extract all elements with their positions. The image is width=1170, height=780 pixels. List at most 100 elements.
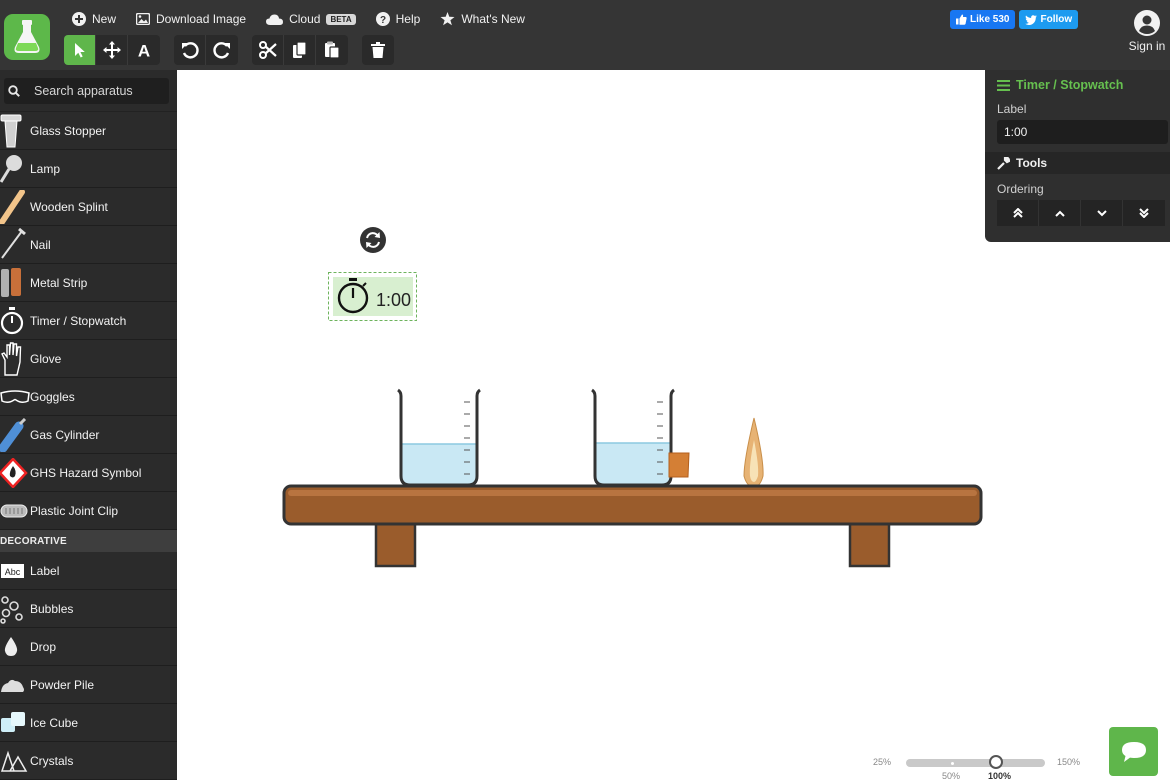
redo-button[interactable] xyxy=(206,35,238,65)
help-button[interactable]: ? Help xyxy=(375,12,420,26)
facebook-like-button[interactable]: Like 530 xyxy=(950,10,1016,29)
sign-in-button[interactable]: Sign in xyxy=(1122,10,1170,53)
tools-title: Tools xyxy=(1016,156,1048,170)
cloud-button[interactable]: Cloud BETA xyxy=(266,12,356,26)
gas-cylinder-icon xyxy=(0,416,30,454)
hazard-icon xyxy=(0,454,30,492)
flask-logo-icon xyxy=(14,20,40,53)
sidebar-item-label: Ice Cube xyxy=(30,715,79,730)
sidebar-item-bubbles[interactable]: Bubbles xyxy=(0,590,177,628)
powder-icon xyxy=(0,666,30,704)
apparatus-sidebar: Glass Stopper Lamp Wooden Splint Nail Me… xyxy=(0,70,177,780)
label-heading: Label xyxy=(997,102,1027,116)
chat-button[interactable] xyxy=(1109,727,1158,776)
twitter-follow-button[interactable]: Follow xyxy=(1019,10,1079,29)
wrench-icon xyxy=(997,156,1010,170)
user-circle-icon xyxy=(1134,10,1160,36)
sidebar-item-timer[interactable]: Timer / Stopwatch xyxy=(0,302,177,340)
move-tool-button[interactable] xyxy=(96,35,128,65)
sidebar-item-label: Lamp xyxy=(30,161,61,176)
double-chevron-down-icon xyxy=(1139,208,1149,218)
delete-group xyxy=(362,35,394,65)
toolbar: A xyxy=(64,35,408,65)
zoom-slider-track[interactable] xyxy=(906,759,1045,767)
thumbs-up-icon xyxy=(956,14,967,25)
sidebar-item-glass-stopper[interactable]: Glass Stopper xyxy=(0,112,177,150)
download-image-button[interactable]: Download Image xyxy=(136,12,246,26)
joint-clip-icon xyxy=(0,492,30,530)
clipboard-group xyxy=(252,35,348,65)
text-tool-button[interactable]: A xyxy=(128,35,160,65)
glove-icon xyxy=(0,340,30,378)
bring-to-front-button[interactable] xyxy=(997,200,1039,226)
copper-piece[interactable] xyxy=(668,452,690,478)
sidebar-item-glove[interactable]: Glove xyxy=(0,340,177,378)
lamp-icon xyxy=(0,150,30,188)
panel-header: Timer / Stopwatch xyxy=(985,70,1170,100)
zoom-slider-handle[interactable] xyxy=(989,755,1003,769)
svg-text:A: A xyxy=(138,42,150,58)
sidebar-item-joint-clip[interactable]: Plastic Joint Clip xyxy=(0,492,177,530)
cloud-label: Cloud xyxy=(289,12,321,26)
sidebar-item-label: GHS Hazard Symbol xyxy=(30,465,142,480)
sidebar-item-label: Goggles xyxy=(30,389,75,404)
rotate-handle[interactable] xyxy=(360,227,386,253)
sidebar-item-label: Bubbles xyxy=(30,601,74,616)
sidebar-item-metal-strip[interactable]: Metal Strip xyxy=(0,264,177,302)
stopwatch-object[interactable] xyxy=(328,272,417,321)
search-input[interactable] xyxy=(34,83,164,98)
sidebar-item-gas-cylinder[interactable]: Gas Cylinder xyxy=(0,416,177,454)
send-to-back-button[interactable] xyxy=(1123,200,1165,226)
trash-icon xyxy=(371,42,385,58)
search-box xyxy=(4,77,169,104)
new-button[interactable]: New xyxy=(72,12,116,26)
metal-strip-icon xyxy=(0,264,30,302)
whats-new-label: What's New xyxy=(461,12,525,26)
sidebar-item-label: Plastic Joint Clip xyxy=(30,503,119,518)
bring-forward-button[interactable] xyxy=(1039,200,1081,226)
sidebar-item-nail[interactable]: Nail xyxy=(0,226,177,264)
question-circle-icon: ? xyxy=(375,12,390,26)
sidebar-item-powder-pile[interactable]: Powder Pile xyxy=(0,666,177,704)
crystals-icon xyxy=(0,742,30,780)
sidebar-item-lamp[interactable]: Lamp xyxy=(0,150,177,188)
sidebar-item-ice-cube[interactable]: Ice Cube xyxy=(0,704,177,742)
decorative-section-header: DECORATIVE xyxy=(0,530,177,552)
delete-button[interactable] xyxy=(362,35,394,65)
wooden-splint-icon xyxy=(0,188,30,226)
goggles-icon xyxy=(0,378,30,416)
whats-new-button[interactable]: What's New xyxy=(440,12,525,26)
svg-text:?: ? xyxy=(380,15,386,26)
sidebar-item-label: Glove xyxy=(30,351,62,366)
send-backward-button[interactable] xyxy=(1081,200,1123,226)
sidebar-item-crystals[interactable]: Crystals xyxy=(0,742,177,780)
cut-button[interactable] xyxy=(252,35,284,65)
bird-icon xyxy=(1025,14,1038,25)
history-group xyxy=(174,35,238,65)
zoom-max-label: 150% xyxy=(1057,757,1081,767)
sidebar-item-label-tool[interactable]: Abc Label xyxy=(0,552,177,590)
zoom-tick-100: 100% xyxy=(988,771,1012,780)
undo-button[interactable] xyxy=(174,35,206,65)
drop-icon xyxy=(0,628,30,666)
paste-button[interactable] xyxy=(316,35,348,65)
scissors-icon xyxy=(258,41,277,59)
sidebar-item-ghs-hazard[interactable]: GHS Hazard Symbol xyxy=(0,454,177,492)
like-label: Like 530 xyxy=(970,14,1010,25)
app-logo[interactable] xyxy=(4,14,50,60)
svg-text:Abc: Abc xyxy=(5,567,21,577)
sidebar-item-goggles[interactable]: Goggles xyxy=(0,378,177,416)
label-input[interactable]: 1:00 xyxy=(997,120,1168,144)
zoom-min-label: 25% xyxy=(873,757,892,767)
select-tool-button[interactable] xyxy=(64,35,96,65)
zoom-marker-50 xyxy=(951,762,954,765)
nail-icon xyxy=(0,226,30,264)
sidebar-item-label: Drop xyxy=(30,639,57,654)
sidebar-item-wooden-splint[interactable]: Wooden Splint xyxy=(0,188,177,226)
search-bar xyxy=(0,70,177,112)
copy-button[interactable] xyxy=(284,35,316,65)
ice-cube-icon xyxy=(0,704,30,742)
plus-circle-icon xyxy=(72,12,86,26)
sidebar-item-drop[interactable]: Drop xyxy=(0,628,177,666)
zoom-tick-50: 50% xyxy=(942,771,961,780)
